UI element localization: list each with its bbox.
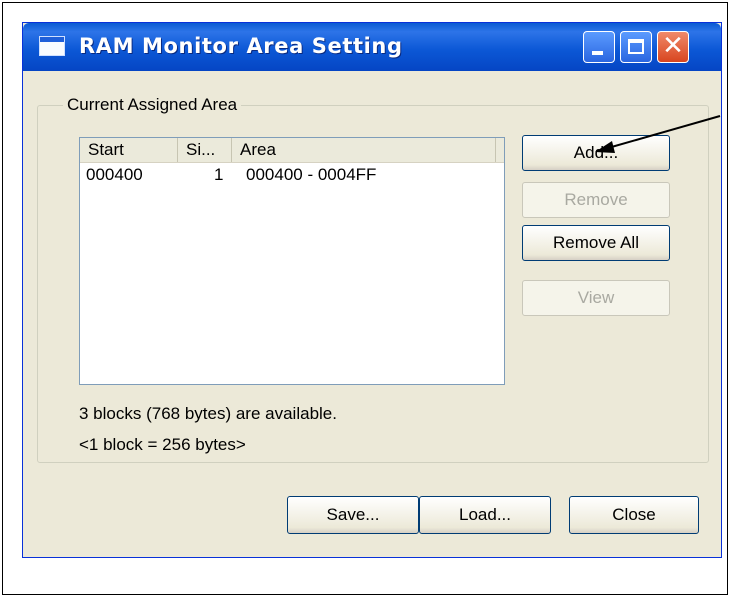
callout-arrow — [595, 115, 721, 153]
